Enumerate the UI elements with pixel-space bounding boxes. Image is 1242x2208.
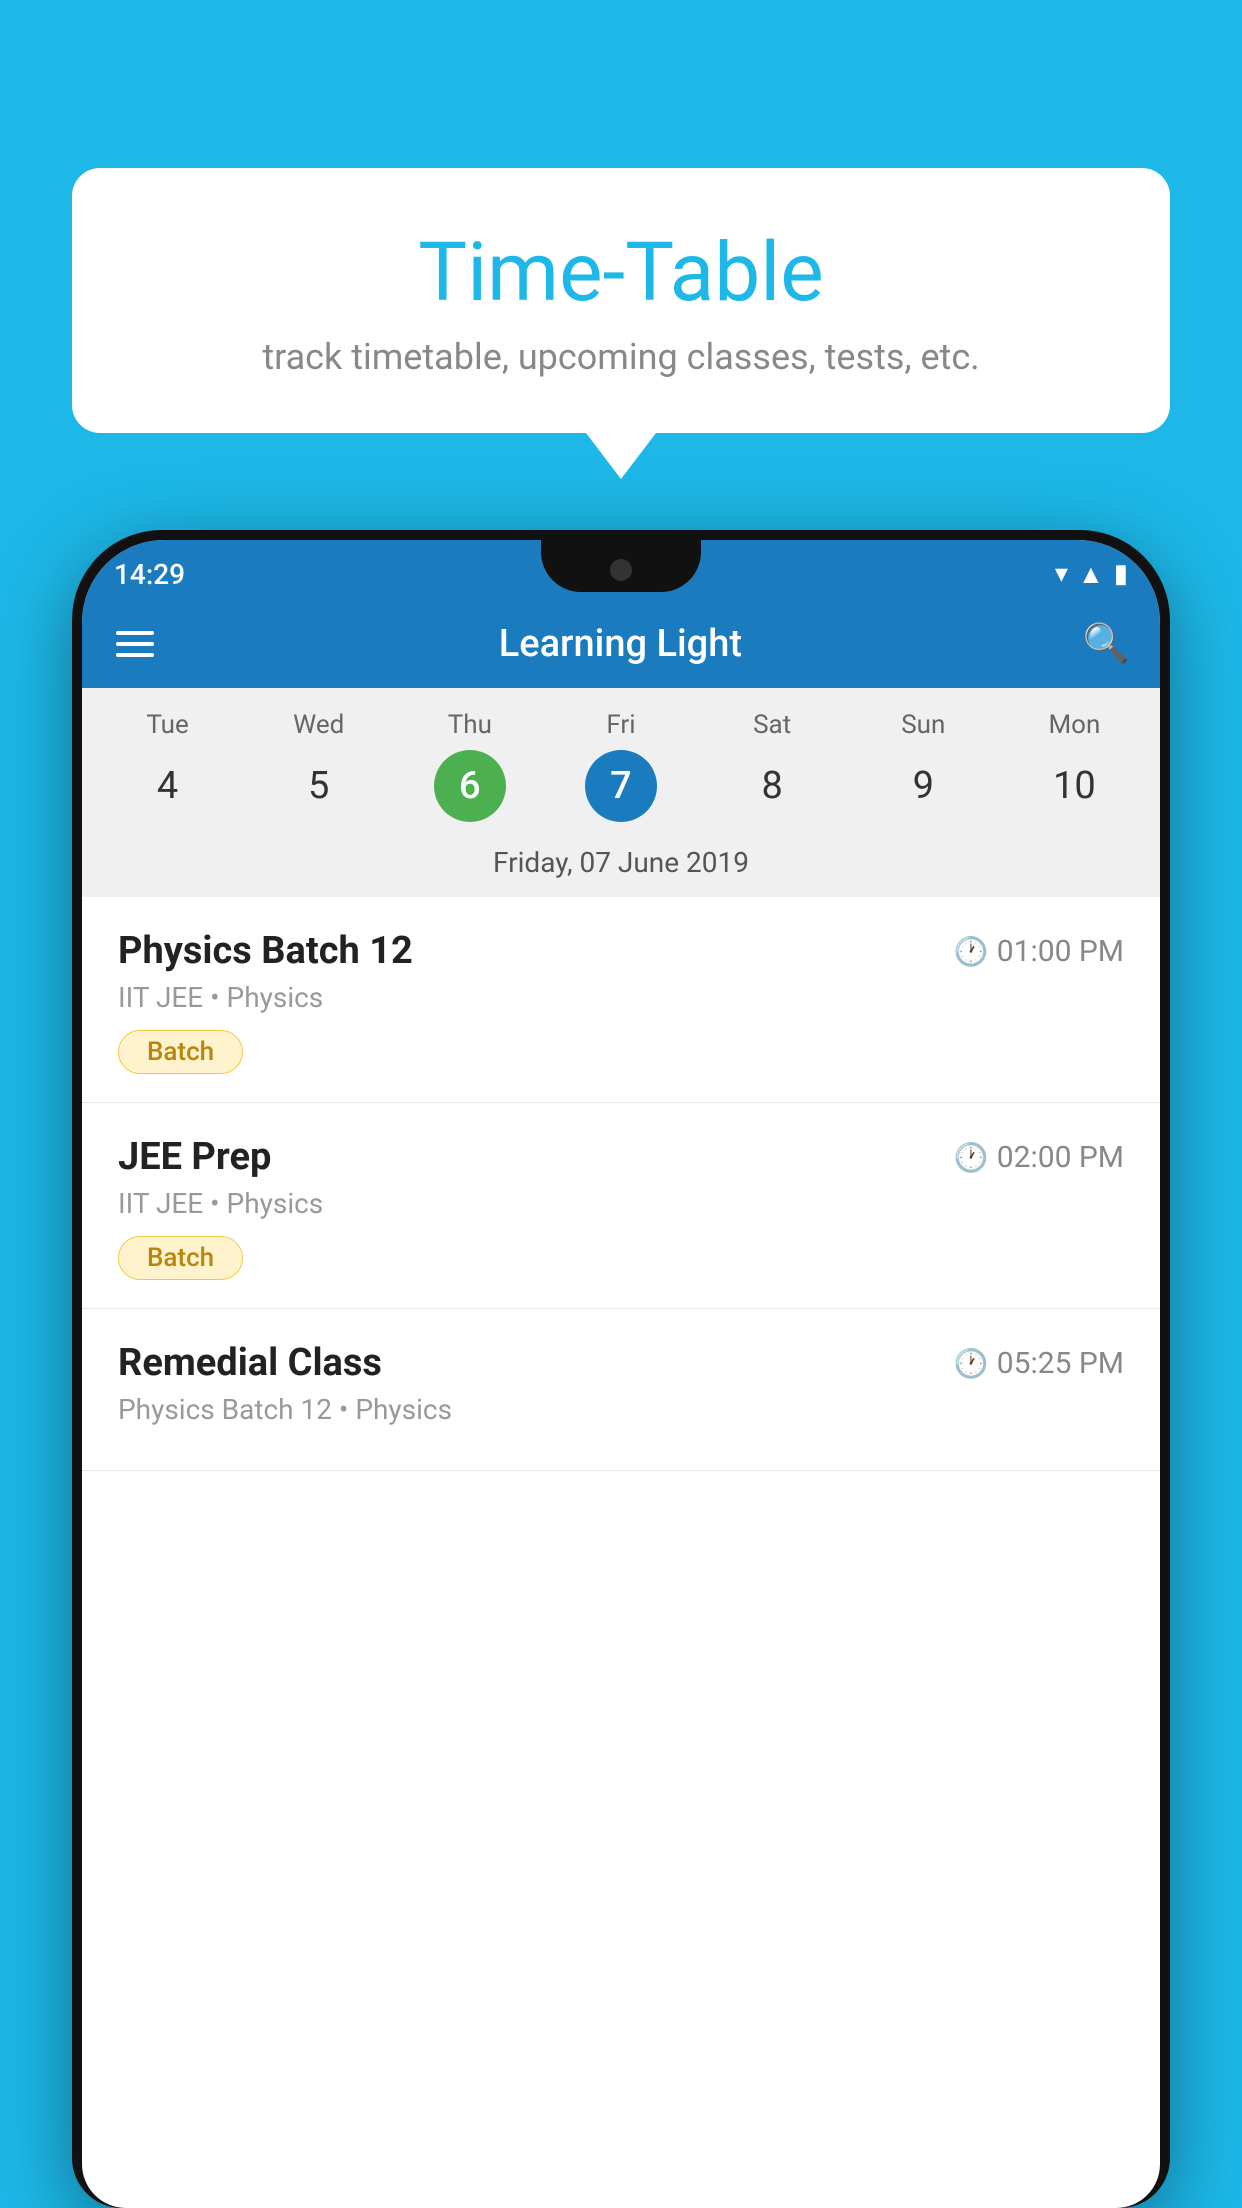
selected-date-label: Friday, 07 June 2019 (92, 832, 1150, 897)
signal-icon: ▲ (1078, 559, 1104, 590)
class-name: JEE Prep (118, 1135, 271, 1179)
class-name: Remedial Class (118, 1341, 382, 1385)
day-name: Sun (901, 710, 945, 740)
day-number[interactable]: 8 (736, 750, 808, 822)
class-list: Physics Batch 12 🕐 01:00 PM IIT JEE • Phys… (82, 897, 1160, 1471)
day-name: Fri (606, 710, 635, 740)
day-name: Mon (1048, 710, 1100, 740)
phone-inner: 14:29 ▾ ▲ ▮ Learning Light 🔍 Tue 4 Wed 5 Thu… (82, 540, 1160, 2208)
day-number[interactable]: 7 (585, 750, 657, 822)
day-name: Thu (448, 710, 492, 740)
class-item[interactable]: JEE Prep 🕐 02:00 PM IIT JEE • Physics Batch (82, 1103, 1160, 1309)
battery-icon: ▮ (1114, 559, 1128, 589)
day-number[interactable]: 9 (887, 750, 959, 822)
day-number[interactable]: 6 (434, 750, 506, 822)
clock-icon: 🕐 (954, 1141, 989, 1174)
status-icons: ▾ ▲ ▮ (1055, 559, 1128, 590)
status-time: 14:29 (114, 558, 185, 591)
bubble-subtitle: track timetable, upcoming classes, tests… (122, 336, 1120, 378)
clock-icon: 🕐 (954, 935, 989, 968)
wifi-icon: ▾ (1055, 559, 1068, 589)
batch-badge: Batch (118, 1236, 243, 1280)
class-time: 🕐 05:25 PM (954, 1346, 1124, 1381)
hamburger-menu-icon[interactable] (112, 627, 158, 661)
front-camera (610, 559, 632, 581)
class-meta: IIT JEE • Physics (118, 1187, 1124, 1220)
day-name: Tue (146, 710, 188, 740)
class-item[interactable]: Remedial Class 🕐 05:25 PM Physics Batch 12… (82, 1309, 1160, 1471)
day-number[interactable]: 5 (283, 750, 355, 822)
day-col-fri[interactable]: Fri 7 (561, 710, 681, 822)
day-number[interactable]: 10 (1038, 750, 1110, 822)
class-time: 🕐 01:00 PM (954, 934, 1124, 969)
day-col-wed[interactable]: Wed 5 (259, 710, 379, 822)
day-number[interactable]: 4 (132, 750, 204, 822)
days-row: Tue 4 Wed 5 Thu 6 Fri 7 Sat 8 Sun 9 Mon 10 (92, 710, 1150, 822)
class-item[interactable]: Physics Batch 12 🕐 01:00 PM IIT JEE • Phys… (82, 897, 1160, 1103)
class-meta: Physics Batch 12 • Physics (118, 1393, 1124, 1426)
search-icon[interactable]: 🔍 (1083, 622, 1130, 666)
class-time: 🕐 02:00 PM (954, 1140, 1124, 1175)
app-toolbar: Learning Light 🔍 (82, 600, 1160, 688)
day-col-thu[interactable]: Thu 6 (410, 710, 530, 822)
day-col-sat[interactable]: Sat 8 (712, 710, 832, 822)
calendar-strip: Tue 4 Wed 5 Thu 6 Fri 7 Sat 8 Sun 9 Mon 10 Friday, 07… (82, 688, 1160, 897)
day-name: Wed (293, 710, 344, 740)
phone-notch (541, 540, 701, 592)
day-col-sun[interactable]: Sun 9 (863, 710, 983, 822)
clock-icon: 🕐 (954, 1347, 989, 1380)
day-col-mon[interactable]: Mon 10 (1014, 710, 1134, 822)
day-name: Sat (753, 710, 791, 740)
class-meta: IIT JEE • Physics (118, 981, 1124, 1014)
speech-bubble: Time-Table track timetable, upcoming cla… (72, 168, 1170, 433)
class-name: Physics Batch 12 (118, 929, 413, 973)
batch-badge: Batch (118, 1030, 243, 1074)
toolbar-title: Learning Light (182, 622, 1059, 666)
day-col-tue[interactable]: Tue 4 (108, 710, 228, 822)
bubble-title: Time-Table (122, 228, 1120, 318)
phone-frame: 14:29 ▾ ▲ ▮ Learning Light 🔍 Tue 4 Wed 5 Thu… (72, 530, 1170, 2208)
